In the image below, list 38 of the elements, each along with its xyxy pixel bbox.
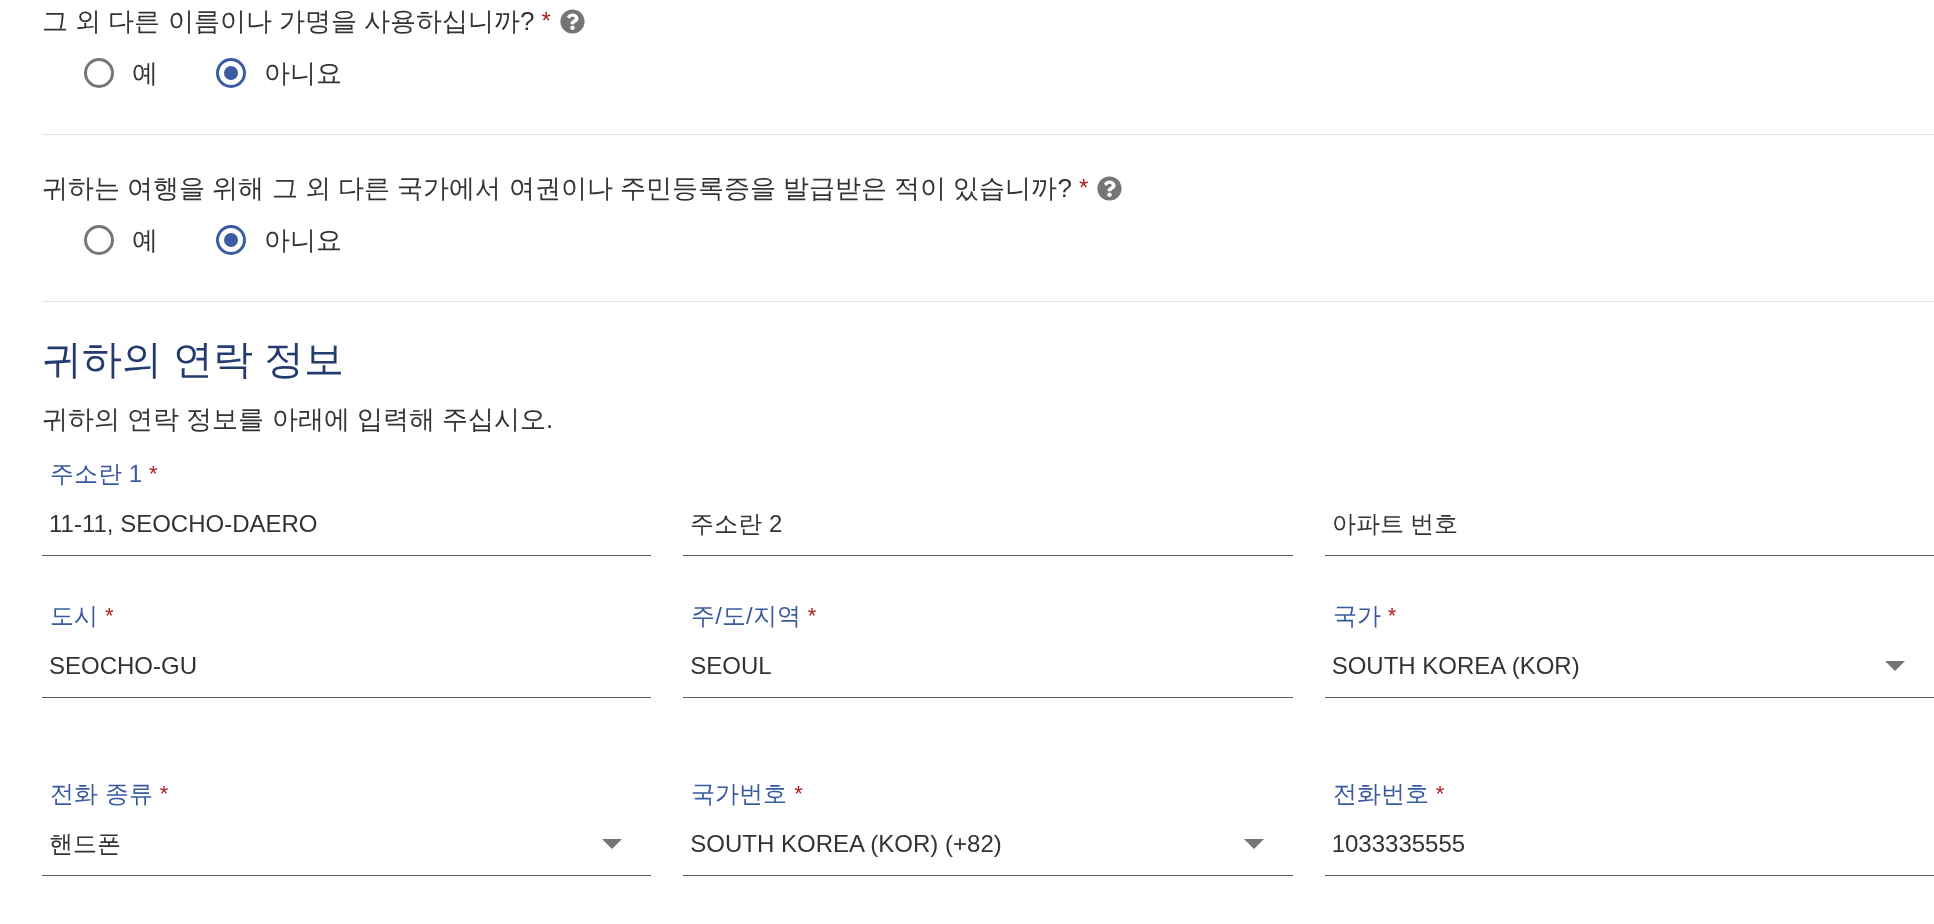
field-label: 주/도/지역: [691, 602, 801, 630]
required-mark: *: [1078, 173, 1089, 203]
radio-option[interactable]: 아니요: [216, 57, 342, 89]
dropdown-caret-icon: [1885, 660, 1905, 671]
field-label: 주소란 1: [50, 460, 142, 488]
dropdown-caret-icon: [602, 838, 623, 849]
text-field[interactable]: SEOCHO-GU: [42, 634, 652, 698]
field-label: 도시: [50, 602, 98, 630]
text-field[interactable]: 아파트 번호: [1324, 492, 1934, 556]
field-label: 전화 종류: [50, 780, 153, 808]
radio-option[interactable]: 예: [84, 224, 158, 256]
question-text: 귀하는 여행을 위해 그 외 다른 국가에서 여권이나 주민등록증을 발급받은 적이 있습니까?: [42, 172, 1072, 204]
required-mark: *: [149, 460, 158, 488]
required-mark: *: [159, 780, 169, 808]
section-description: 귀하의 연락 정보를 아래에 입력해 주십시오.: [42, 403, 555, 435]
text-field[interactable]: 11-11, SEOCHO-DAERO: [42, 492, 652, 556]
dropdown-caret-icon: [1243, 838, 1264, 849]
required-mark: *: [541, 6, 551, 36]
radio-option[interactable]: 아니요: [216, 224, 342, 256]
dropdown-field[interactable]: SOUTH KOREA (KOR) (+82): [683, 812, 1293, 876]
field-label: 국가: [1332, 602, 1381, 630]
required-mark: *: [1435, 780, 1445, 808]
required-mark: *: [1387, 602, 1397, 630]
text-field[interactable]: 주소란 2: [683, 492, 1293, 556]
help-icon[interactable]: [1097, 175, 1123, 201]
required-mark: *: [807, 602, 817, 630]
required-mark: *: [105, 602, 114, 630]
required-mark: *: [794, 780, 803, 808]
dropdown-field[interactable]: 핸드폰: [42, 812, 652, 876]
question-text: 그 외 다른 이름이나 가명을 사용하십니까?: [42, 5, 535, 37]
field-label: 전화번호: [1332, 780, 1429, 808]
help-icon[interactable]: [559, 8, 585, 34]
dropdown-field[interactable]: SOUTH KOREA (KOR): [1324, 634, 1934, 698]
text-field[interactable]: 1033335555: [1324, 812, 1934, 876]
text-field[interactable]: SEOUL: [683, 634, 1293, 698]
field-label: 국가번호: [691, 780, 788, 808]
section-heading: 귀하의 연락 정보: [42, 336, 346, 383]
radio-option[interactable]: 예: [84, 57, 158, 89]
